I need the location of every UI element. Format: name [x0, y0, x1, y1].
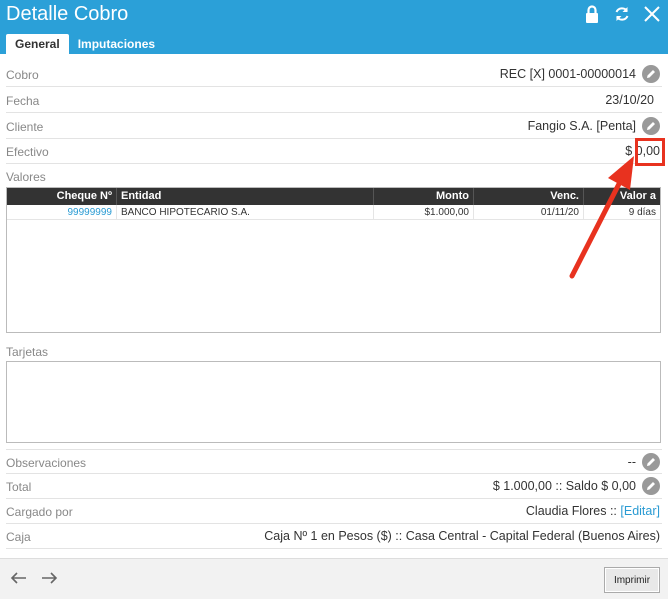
tab-bar: General Imputaciones — [6, 34, 164, 54]
cliente-label: Cliente — [6, 120, 44, 134]
tab-general[interactable]: General — [6, 34, 69, 54]
lock-icon[interactable] — [582, 4, 602, 24]
field-row-fecha: Fecha 23/10/20 — [6, 88, 662, 113]
monto-cell: $1.000,00 — [374, 205, 474, 220]
edit-cobro-button[interactable] — [642, 65, 660, 83]
field-row-total: Total $ 1.000,00 :: Saldo $ 0,00 — [6, 474, 662, 499]
cargado-user: Claudia Flores :: — [525, 504, 617, 518]
cargado-value-group: Claudia Flores :: [Editar] — [526, 504, 660, 518]
cargado-label: Cargado por — [6, 505, 73, 519]
footer-bar: Imprimir — [0, 558, 668, 599]
cliente-link[interactable]: Fangio S.A. [Penta] — [528, 119, 636, 133]
editar-link[interactable]: [Editar] — [620, 504, 660, 518]
col-header-cheque[interactable]: Cheque Nº — [7, 188, 117, 205]
caja-value: Caja Nº 1 en Pesos ($) :: Casa Central -… — [264, 529, 660, 543]
field-row-observaciones: Observaciones -- — [6, 449, 662, 474]
annotation-arrow-icon — [569, 156, 634, 279]
back-arrow-icon[interactable] — [8, 567, 30, 589]
close-icon[interactable] — [642, 4, 662, 24]
tab-imputaciones[interactable]: Imputaciones — [69, 34, 164, 54]
valores-label: Valores — [6, 170, 46, 184]
field-row-cobro: Cobro REC [X] 0001-00000014 — [6, 62, 662, 87]
fecha-label: Fecha — [6, 94, 40, 108]
observaciones-value: -- — [627, 455, 636, 469]
col-header-monto[interactable]: Monto — [374, 188, 474, 205]
entidad-cell: BANCO HIPOTECARIO S.A. — [117, 205, 374, 220]
total-label: Total — [6, 480, 32, 494]
field-row-caja: Caja Caja Nº 1 en Pesos ($) :: Casa Cent… — [6, 524, 662, 549]
window-header: Detalle Cobro General Imputaciones — [0, 0, 668, 54]
cheque-number-link[interactable]: 99999999 — [7, 205, 117, 220]
edit-total-button[interactable] — [642, 477, 660, 495]
efectivo-label: Efectivo — [6, 145, 49, 159]
cobro-label: Cobro — [6, 68, 39, 82]
tarjetas-label: Tarjetas — [6, 345, 49, 359]
print-button[interactable]: Imprimir — [604, 567, 660, 593]
field-row-cliente: Cliente Fangio S.A. [Penta] — [6, 114, 662, 139]
observaciones-label: Observaciones — [6, 456, 87, 470]
cobro-value: REC [X] 0001-00000014 — [499, 67, 636, 81]
fecha-value: 23/10/20 — [605, 93, 654, 107]
edit-observaciones-button[interactable] — [642, 453, 660, 471]
tarjetas-panel — [6, 361, 661, 443]
caja-label: Caja — [6, 530, 31, 544]
window-title: Detalle Cobro — [6, 3, 129, 25]
edit-cliente-button[interactable] — [642, 117, 660, 135]
refresh-icon[interactable] — [612, 4, 632, 24]
forward-arrow-icon[interactable] — [38, 567, 60, 589]
col-header-entidad[interactable]: Entidad — [117, 188, 374, 205]
field-row-cargado: Cargado por Claudia Flores :: [Editar] — [6, 499, 662, 524]
total-value: $ 1.000,00 :: Saldo $ 0,00 — [492, 479, 636, 493]
